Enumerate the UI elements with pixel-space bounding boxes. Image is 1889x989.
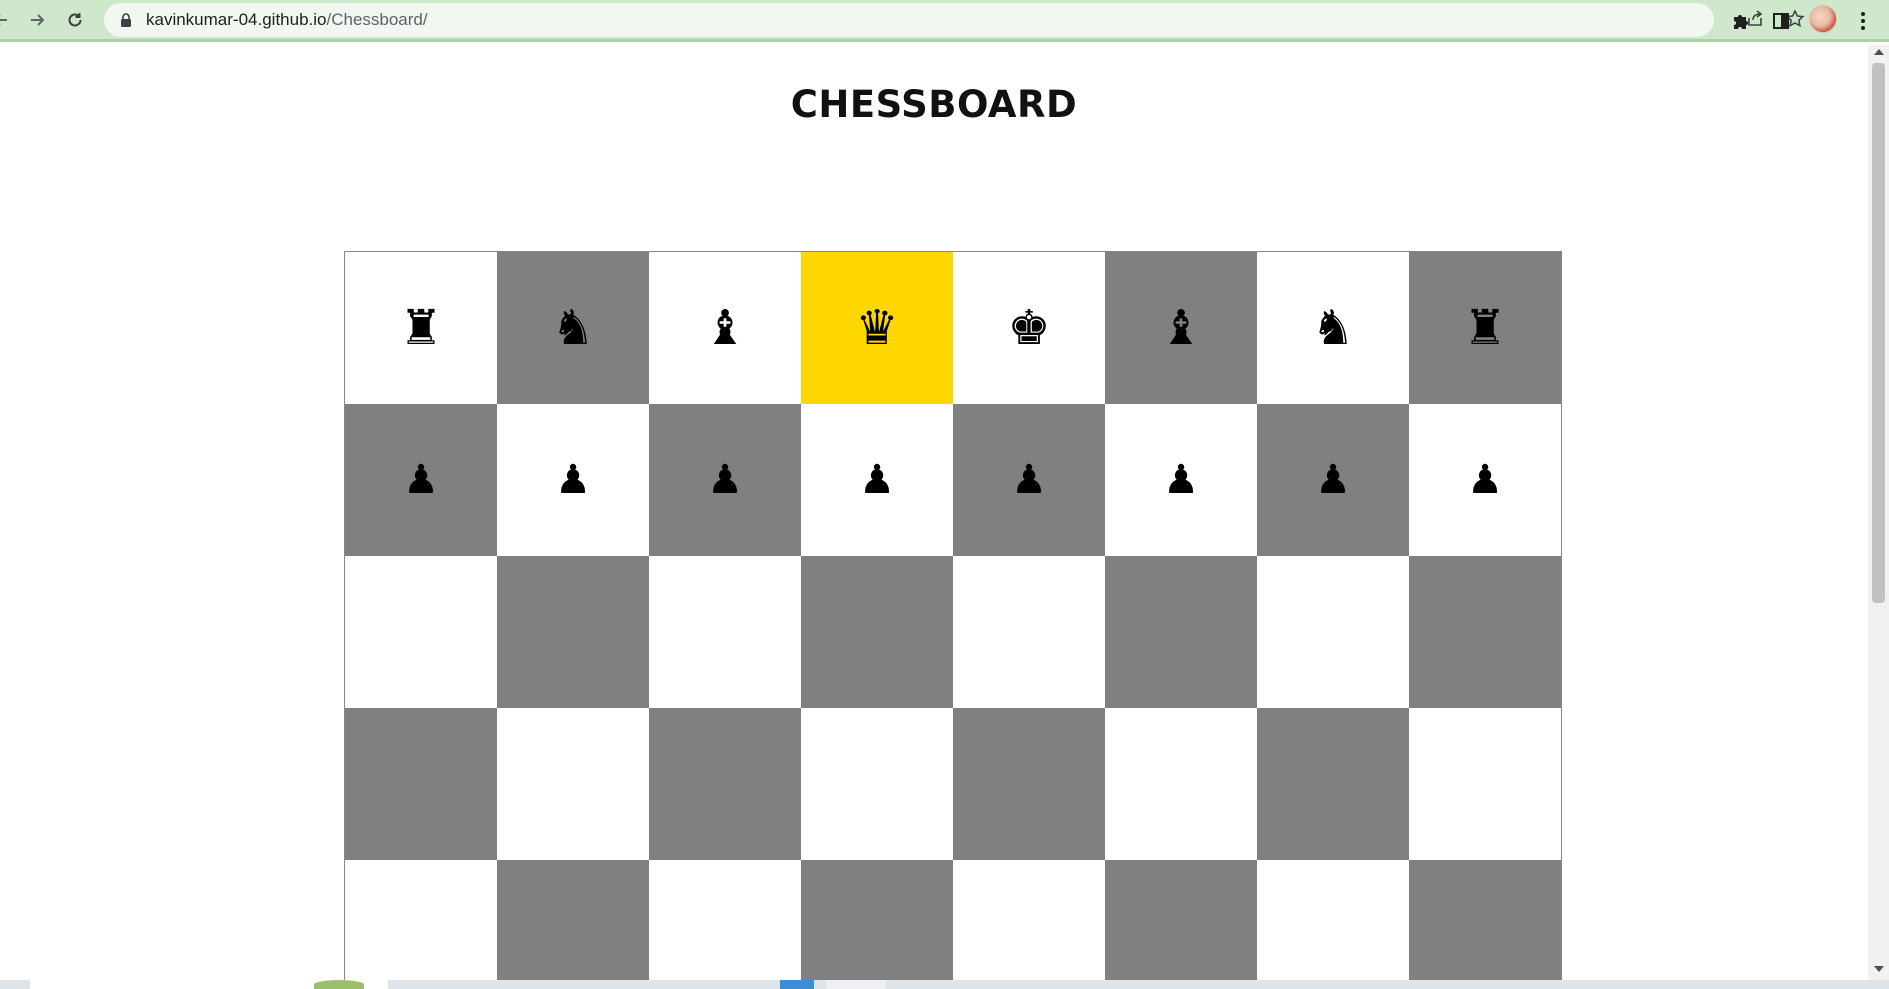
taskbar-app-icon[interactable] — [780, 980, 814, 989]
board-square[interactable] — [497, 708, 649, 860]
board-square[interactable] — [345, 708, 497, 860]
board-square[interactable]: ♟ — [1105, 404, 1257, 556]
vertical-scrollbar[interactable] — [1868, 45, 1889, 980]
board-square[interactable]: ♛ — [801, 252, 953, 404]
board-square[interactable]: ♞ — [497, 252, 649, 404]
board-square[interactable]: ♚ — [953, 252, 1105, 404]
board-square[interactable] — [497, 860, 649, 980]
board-square[interactable] — [649, 860, 801, 980]
board-square[interactable] — [1257, 556, 1409, 708]
browser-toolbar: kavinkumar-04.github.io/Chessboard/ — [0, 0, 1889, 42]
lock-icon[interactable] — [120, 13, 132, 27]
url-domain: kavinkumar-04.github.io — [146, 10, 327, 29]
board-square[interactable] — [1409, 860, 1561, 980]
board-square[interactable] — [1409, 556, 1561, 708]
board-square[interactable]: ♟ — [953, 404, 1105, 556]
board-square[interactable]: ♝ — [649, 252, 801, 404]
board-square[interactable] — [345, 556, 497, 708]
board-square[interactable]: ♟ — [801, 404, 953, 556]
board-square[interactable]: ♟ — [497, 404, 649, 556]
board-square[interactable]: ♞ — [1257, 252, 1409, 404]
board-square[interactable] — [1105, 708, 1257, 860]
scroll-up-arrow-icon[interactable] — [1874, 49, 1884, 55]
profile-avatar[interactable] — [1809, 5, 1837, 33]
board-square[interactable] — [345, 860, 497, 980]
url-text[interactable]: kavinkumar-04.github.io/Chessboard/ — [146, 10, 428, 30]
board-square[interactable] — [801, 860, 953, 980]
chessboard: ♜ ♞ ♝ ♛ ♚ ♝ ♞ ♜ ♟ ♟ ♟ ♟ ♟ ♟ ♟ ♟ — [344, 251, 1562, 980]
board-square[interactable] — [1105, 860, 1257, 980]
board-square[interactable]: ♜ — [345, 252, 497, 404]
board-square[interactable] — [1257, 708, 1409, 860]
scroll-down-arrow-icon[interactable] — [1874, 966, 1884, 972]
board-square[interactable] — [953, 708, 1105, 860]
kebab-menu-icon[interactable] — [1848, 6, 1878, 36]
board-square[interactable] — [1105, 556, 1257, 708]
board-square[interactable] — [649, 708, 801, 860]
side-panel-icon[interactable] — [1766, 6, 1796, 36]
address-bar[interactable]: kavinkumar-04.github.io/Chessboard/ — [104, 3, 1805, 37]
taskbar-app-icon[interactable] — [314, 980, 364, 989]
board-square[interactable]: ♝ — [1105, 252, 1257, 404]
board-square[interactable] — [953, 556, 1105, 708]
page-content: CHESSBOARD ♜ ♞ ♝ ♛ ♚ ♝ ♞ ♜ ♟ ♟ ♟ ♟ ♟ ♟ ♟ ♟ — [0, 45, 1868, 980]
board-square[interactable]: ♟ — [649, 404, 801, 556]
board-square[interactable] — [801, 556, 953, 708]
page-title: CHESSBOARD — [790, 83, 1078, 126]
board-square[interactable] — [801, 708, 953, 860]
board-square[interactable] — [1409, 708, 1561, 860]
board-square[interactable] — [953, 860, 1105, 980]
board-square[interactable] — [1257, 860, 1409, 980]
taskbar — [0, 980, 1889, 989]
board-square[interactable] — [649, 556, 801, 708]
board-square[interactable]: ♟ — [1409, 404, 1561, 556]
board-square[interactable]: ♟ — [345, 404, 497, 556]
board-square[interactable]: ♜ — [1409, 252, 1561, 404]
url-path: /Chessboard/ — [326, 10, 428, 29]
back-arrow-icon[interactable] — [0, 5, 16, 35]
puzzle-icon[interactable] — [1726, 6, 1756, 36]
reload-icon[interactable] — [60, 5, 90, 35]
taskbar-active-app[interactable] — [826, 980, 886, 989]
board-square[interactable] — [497, 556, 649, 708]
board-square[interactable]: ♟ — [1257, 404, 1409, 556]
forward-arrow-icon[interactable] — [22, 5, 52, 35]
scroll-thumb[interactable] — [1872, 63, 1885, 603]
